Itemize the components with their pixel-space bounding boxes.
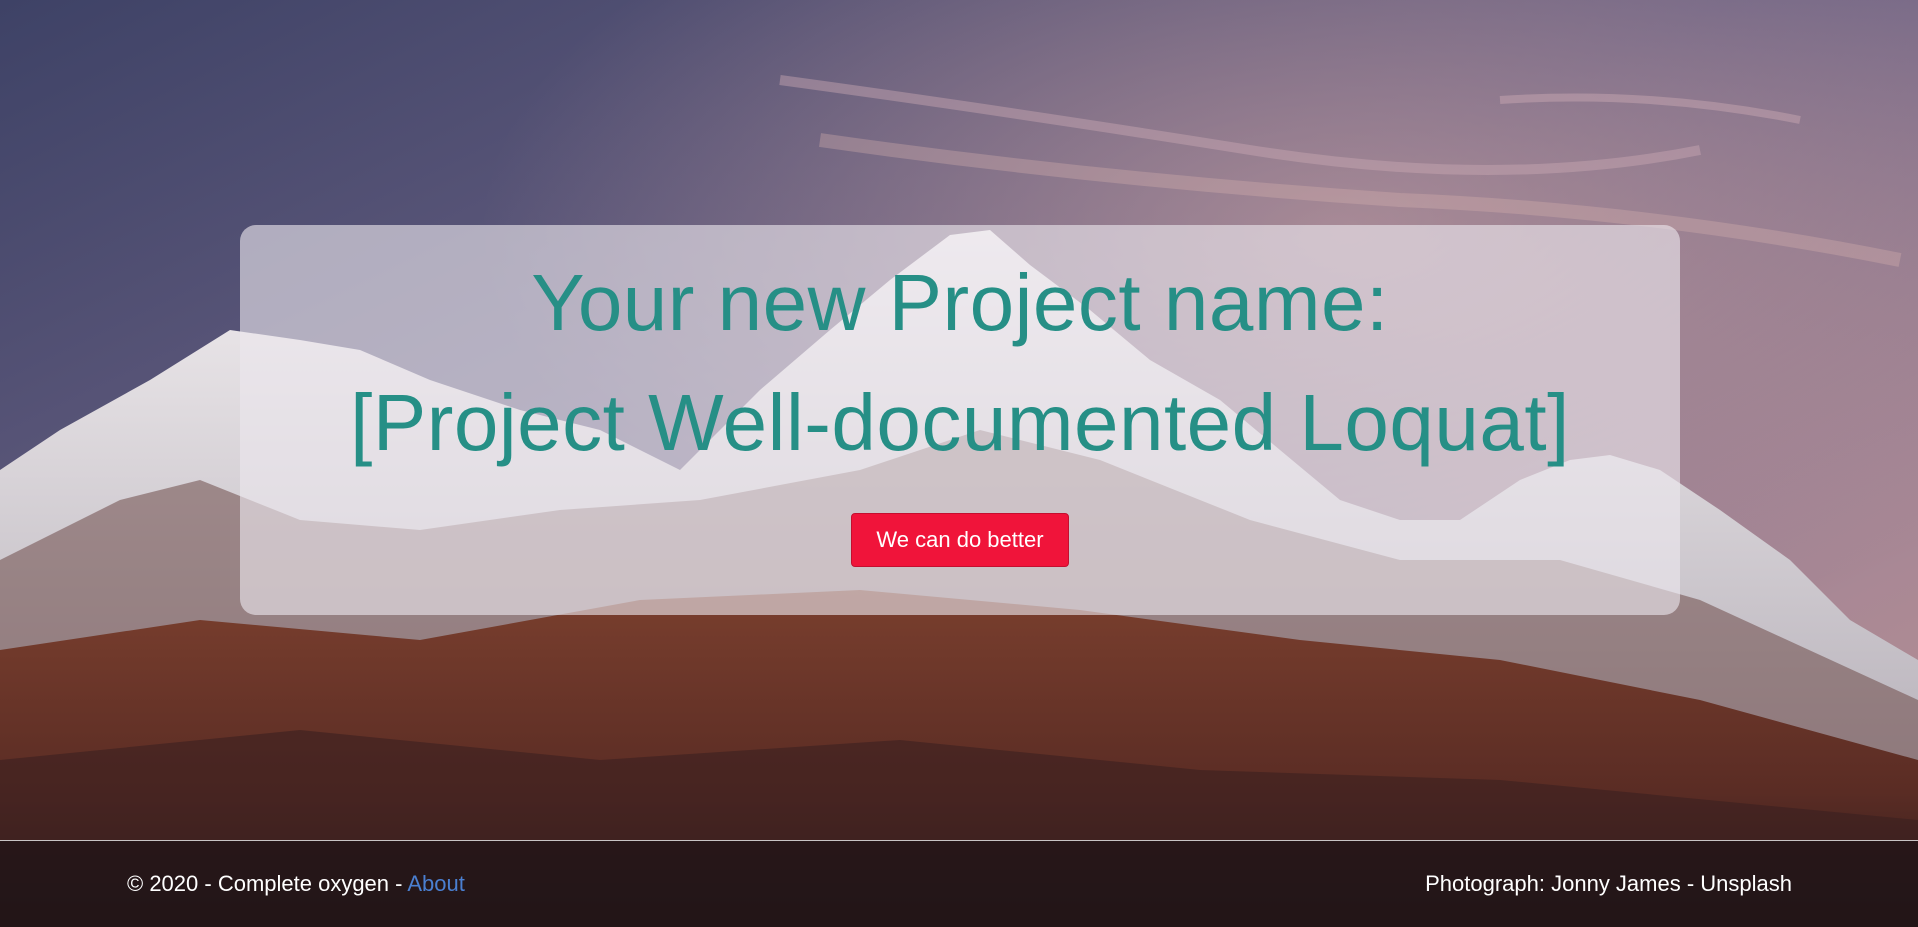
footer: © 2020 - Complete oxygen - About Photogr…	[0, 840, 1918, 927]
we-can-do-better-button[interactable]: We can do better	[851, 513, 1069, 567]
photo-credit: Photograph: Jonny James - Unsplash	[1425, 871, 1792, 896]
hero-card: Your new Project name: [Project Well-doc…	[240, 225, 1680, 615]
hero-title: Your new Project name:	[531, 258, 1389, 347]
copyright-text: © 2020 - Complete oxygen -	[127, 871, 408, 896]
footer-copyright: © 2020 - Complete oxygen - About	[127, 871, 465, 897]
project-name: [Project Well-documented Loquat]	[350, 378, 1570, 467]
about-link[interactable]: About	[407, 871, 465, 896]
